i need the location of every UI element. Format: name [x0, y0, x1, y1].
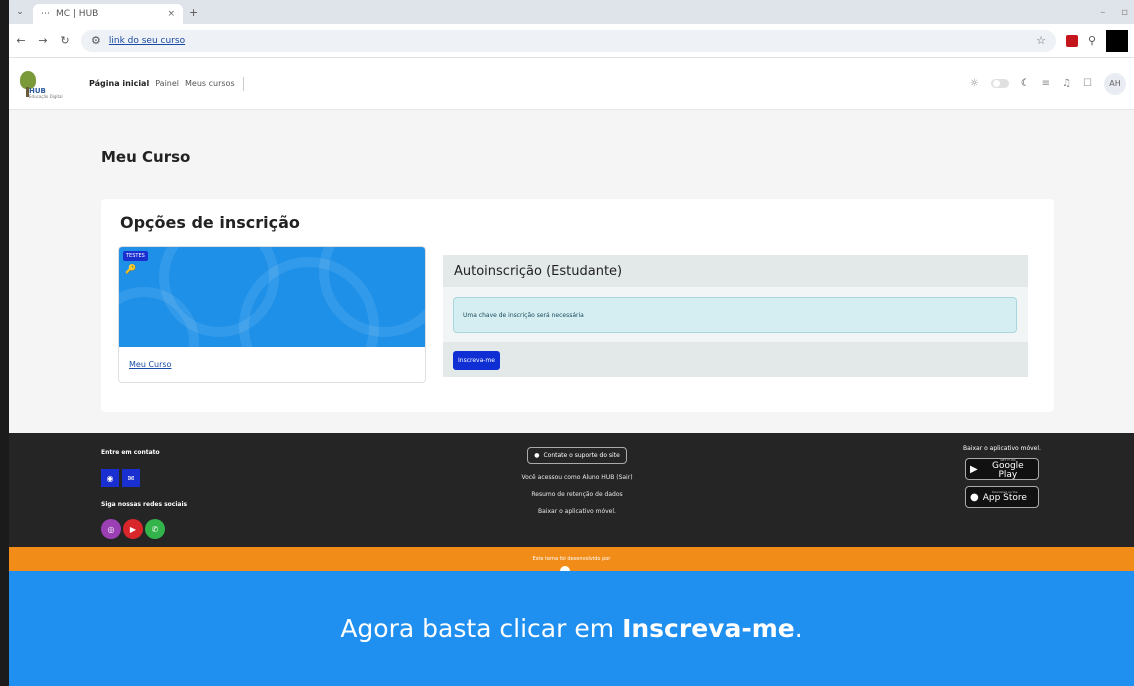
get-app-link[interactable]: Baixar o aplicativo móvel. [512, 508, 642, 515]
tab-bar: ⌄ ⋯ MC | HUB × + – ▫ [9, 0, 1134, 24]
minimize-icon[interactable]: – [1100, 7, 1105, 18]
play-store-icon: ▶ [970, 463, 978, 475]
back-icon[interactable]: ← [15, 34, 27, 47]
extensions-puzzle-icon[interactable]: ⚲ [1088, 34, 1096, 47]
page-content: Meu Curso Opções de inscrição TESTES 🔑 M… [9, 110, 1134, 433]
nav-home[interactable]: Página inicial [89, 79, 149, 88]
browser-tab[interactable]: ⋯ MC | HUB × [33, 4, 183, 24]
enrolment-options-card: Opções de inscrição TESTES 🔑 Meu Curso A… [101, 199, 1054, 412]
category-badge: TESTES [123, 251, 148, 261]
card-title: Opções de inscrição [120, 213, 300, 232]
social-heading: Siga nossas redes sociais [101, 501, 188, 508]
course-card[interactable]: TESTES 🔑 Meu Curso [118, 246, 426, 383]
site-info-icon[interactable]: ⚙ [91, 34, 101, 47]
header-actions: ☼ ☾ ≡ ♫ ☐ AH [969, 72, 1126, 95]
app-store-badge[interactable]: ● Download on the App Store [965, 486, 1039, 508]
url-text[interactable]: link do seu curso [109, 36, 185, 46]
contact-heading: Entre em contato [101, 449, 160, 456]
theme-credit-text: Este tema foi desenvolvido por [532, 556, 611, 562]
youtube-icon: ▶ [129, 524, 137, 534]
window-controls: – ▫ [1100, 7, 1128, 18]
self-enrolment-panel: Autoinscrição (Estudante) Uma chave de i… [443, 255, 1028, 377]
course-image[interactable]: TESTES 🔑 [119, 247, 425, 347]
bookmark-star-icon[interactable]: ☆ [1036, 34, 1046, 47]
new-tab-button[interactable]: + [189, 6, 198, 19]
youtube-button[interactable]: ▶ [123, 519, 143, 539]
tutorial-caption: Agora basta clicar em Inscreva-me . [9, 571, 1134, 686]
nav-my-courses[interactable]: Meus cursos [185, 79, 235, 88]
enrolment-actions: Inscreva-me [443, 342, 1028, 377]
caption-prefix: Agora basta clicar em [340, 614, 615, 643]
enrolment-key-notice: Uma chave de inscrição será necessária [453, 297, 1017, 333]
whatsapp-icon: ✆ [151, 524, 159, 534]
screen-frame: ⌄ ⋯ MC | HUB × + – ▫ ← → ↻ ⚙ link do seu… [0, 0, 1134, 686]
get-app-heading: Baixar o aplicativo móvel. [963, 445, 1041, 452]
google-play-badge[interactable]: ▶ GET IT ON Google Play [965, 458, 1039, 480]
app-store-label: App Store [982, 493, 1027, 503]
mail-icon: ✉ [127, 473, 135, 483]
browser-window: ⌄ ⋯ MC | HUB × + – ▫ ← → ↻ ⚙ link do seu… [9, 0, 1134, 686]
page-title: Meu Curso [101, 148, 191, 166]
support-label: Contate o suporte do site [543, 452, 620, 459]
globe-icon: ◉ [106, 473, 114, 483]
extension-icon[interactable] [1065, 34, 1078, 47]
apple-icon: ● [970, 491, 979, 503]
theme-toggle[interactable] [990, 79, 1009, 88]
nav-divider [242, 76, 244, 91]
profile-icon[interactable] [1106, 29, 1128, 52]
app-store-text: Download on the App Store [983, 491, 1027, 503]
google-play-label: Google Play [991, 460, 1024, 480]
logged-in-info[interactable]: Você acessou como Aluno HUB (Sair) [512, 474, 642, 481]
caption-bold: Inscreva-me [622, 614, 795, 643]
support-icon: ● [534, 452, 540, 459]
whatsapp-button[interactable]: ✆ [145, 519, 165, 539]
language-icon[interactable]: ≡ [1042, 78, 1050, 89]
site-header: HUB Educação Digital Página inicial Pain… [9, 58, 1134, 110]
data-retention-link[interactable]: Resumo de retenção de dados [512, 491, 642, 498]
primary-navigation: Página inicial Painel Meus cursos [89, 58, 244, 109]
url-field[interactable]: ⚙ link do seu curso ☆ [81, 29, 1056, 52]
user-avatar[interactable]: AH [1104, 72, 1126, 95]
light-mode-icon: ☼ [969, 78, 979, 89]
contact-support-button[interactable]: ● Contate o suporte do site [527, 447, 627, 464]
course-link[interactable]: Meu Curso [129, 360, 171, 369]
footer-apps: Baixar o aplicativo móvel. ▶ GET IT ON G… [947, 445, 1057, 508]
site-footer: Entre em contato ◉ ✉ Siga nossas redes s… [9, 433, 1134, 547]
nav-dashboard[interactable]: Painel [155, 79, 179, 88]
messages-icon[interactable]: ☐ [1083, 78, 1092, 89]
theme-credit-bar: Este tema foi desenvolvido por [9, 547, 1134, 576]
favicon-icon: ⋯ [41, 9, 50, 19]
email-button[interactable]: ✉ [122, 469, 140, 487]
forward-icon[interactable]: → [37, 34, 49, 47]
dark-mode-icon: ☾ [1020, 78, 1030, 89]
caption-suffix: . [794, 614, 803, 643]
tab-search-icon[interactable]: ⌄ [13, 7, 27, 17]
notification-bell-icon[interactable]: ♫ [1062, 78, 1071, 89]
website-button[interactable]: ◉ [101, 469, 119, 487]
instagram-button[interactable]: ◎ [101, 519, 121, 539]
tab-title: MC | HUB [56, 9, 99, 19]
key-icon: 🔑 [125, 265, 137, 275]
google-play-text: GET IT ON Google Play [982, 458, 1034, 480]
address-bar: ← → ↻ ⚙ link do seu curso ☆ ⚲ [9, 24, 1134, 58]
enrolment-method-title: Autoinscrição (Estudante) [443, 255, 1028, 287]
logo-subtitle: Educação Digital [29, 93, 63, 99]
instagram-icon: ◎ [107, 524, 115, 534]
enrol-me-button[interactable]: Inscreva-me [453, 351, 500, 370]
maximize-icon[interactable]: ▫ [1121, 7, 1128, 18]
reload-icon[interactable]: ↻ [59, 34, 71, 47]
site-logo[interactable]: HUB Educação Digital [17, 67, 75, 101]
tab-close-icon[interactable]: × [167, 9, 175, 19]
footer-center: ● Contate o suporte do site Você acessou… [512, 447, 642, 515]
